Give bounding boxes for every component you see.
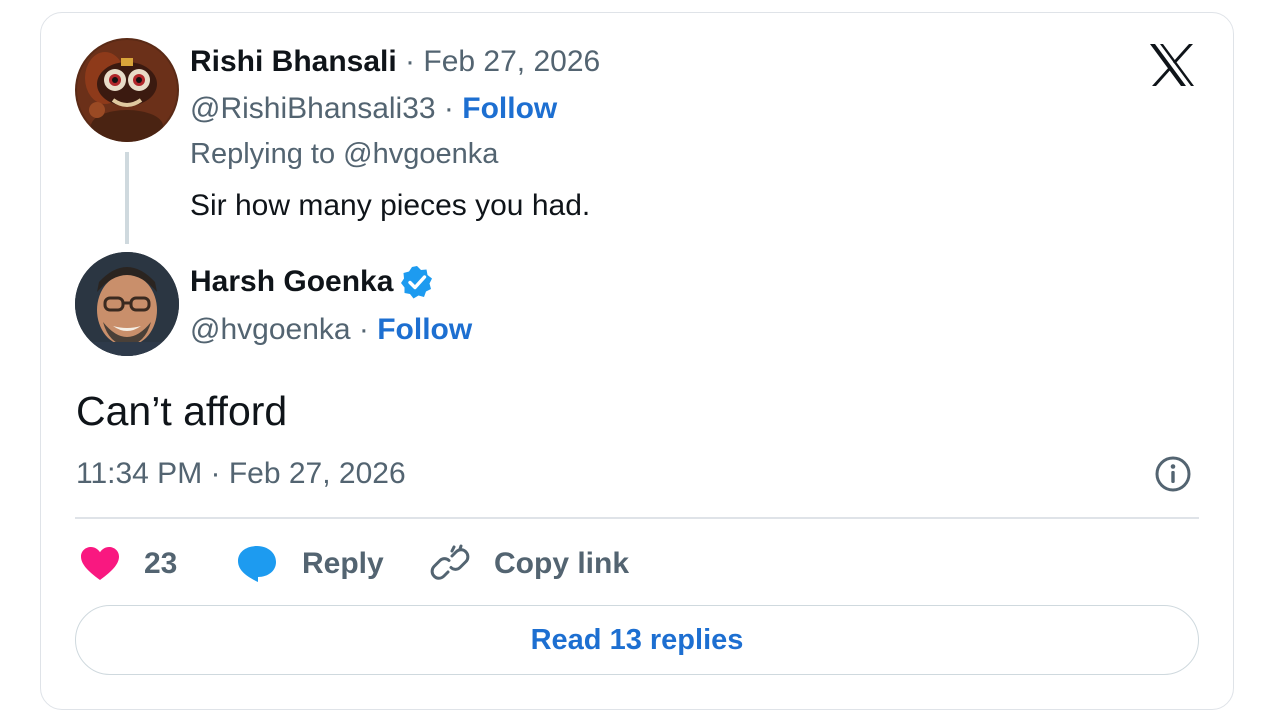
info-icon[interactable] (1154, 455, 1192, 493)
replying-to-prefix: Replying to (190, 138, 336, 170)
separator-dot: · (435, 92, 463, 125)
copy-link-label: Copy link (494, 547, 630, 580)
tweet-timestamp[interactable]: 11:34 PM · Feb 27, 2026 (76, 456, 406, 492)
reply-handle-line: @RishiBhansali33 · Follow (190, 91, 557, 127)
main-author-name[interactable]: Harsh Goenka (190, 264, 393, 300)
link-icon (430, 544, 470, 580)
reply-label: Reply (302, 547, 384, 580)
read-replies-label: Read 13 replies (530, 623, 744, 656)
reply-date[interactable]: Feb 27, 2026 (423, 45, 600, 78)
actions-divider (75, 517, 1199, 519)
verified-badge-icon (401, 266, 433, 299)
follow-harsh-link[interactable]: Follow (377, 313, 472, 346)
reply-button[interactable]: Reply (236, 540, 384, 588)
main-handle-line: @hvgoenka · Follow (190, 312, 472, 348)
like-button[interactable]: 23 (80, 540, 177, 588)
harsh-avatar[interactable] (75, 252, 179, 356)
main-tweet-text: Can’t afford (76, 388, 288, 434)
read-replies-button[interactable]: Read 13 replies (75, 605, 1199, 675)
separator-dot: · (350, 313, 378, 346)
main-author-handle[interactable]: @hvgoenka (190, 313, 351, 346)
x-logo-icon[interactable] (1148, 42, 1196, 88)
reply-author-handle[interactable]: @RishiBhansali33 (190, 92, 436, 125)
reply-author-line: Rishi Bhansali · Feb 27, 2026 (190, 44, 600, 80)
main-author-line: Harsh Goenka (190, 264, 435, 300)
thread-connector-line (125, 152, 129, 244)
reply-bubble-icon (238, 546, 276, 582)
copy-link-button[interactable]: Copy link (430, 540, 629, 588)
heart-icon (81, 547, 119, 580)
reply-author-name[interactable]: Rishi Bhansali (190, 45, 397, 78)
rishi-avatar[interactable] (75, 38, 179, 142)
replying-to-line: Replying to @hvgoenka (190, 136, 498, 172)
replying-to-handle[interactable]: @hvgoenka (343, 138, 498, 170)
like-count: 23 (144, 547, 178, 580)
separator-dot: · (396, 45, 424, 78)
follow-rishi-link[interactable]: Follow (462, 92, 557, 125)
reply-tweet-text: Sir how many pieces you had. (190, 189, 591, 222)
